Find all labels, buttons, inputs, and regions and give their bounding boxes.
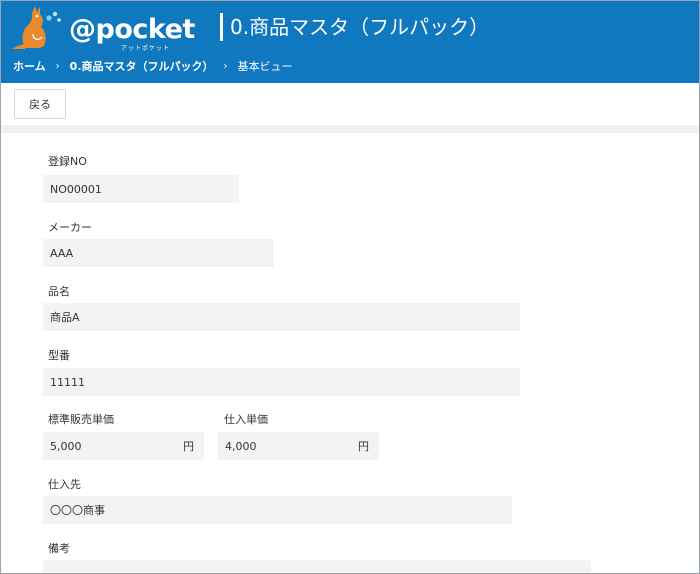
logo-subtext: アットポケット bbox=[121, 45, 171, 52]
breadcrumb-product-master[interactable]: 0.商品マスタ（フルパック） bbox=[70, 58, 214, 74]
kangaroo-logo-icon bbox=[12, 6, 61, 49]
standard-price-label: 標準販売単価 bbox=[48, 413, 114, 426]
remarks-field[interactable] bbox=[43, 560, 591, 573]
remarks-label: 備考 bbox=[48, 542, 70, 555]
product-name-label: 品名 bbox=[48, 285, 70, 298]
registration-no-value: NO00001 bbox=[50, 182, 102, 196]
purchase-price-field[interactable]: 4,000 円 bbox=[218, 432, 379, 460]
standard-price-value: 5,000 bbox=[50, 439, 82, 453]
standard-price-unit: 円 bbox=[183, 440, 194, 453]
chevron-right-icon: › bbox=[223, 60, 228, 72]
purchase-price-value: 4,000 bbox=[225, 439, 257, 453]
model-no-field[interactable]: 11111 bbox=[43, 368, 520, 396]
record-form: 登録NO NO00001 メーカー AAA 品名 商品A 型番 11111 標準… bbox=[7, 133, 699, 573]
supplier-field[interactable]: 〇〇〇商事 bbox=[43, 496, 512, 524]
page-title: 0.商品マスタ（フルパック） bbox=[230, 15, 490, 39]
registration-no-label: 登録NO bbox=[48, 155, 87, 168]
back-button[interactable]: 戻る bbox=[14, 89, 66, 119]
supplier-label: 仕入先 bbox=[48, 478, 81, 491]
breadcrumb-basic-view: 基本ビュー bbox=[237, 60, 293, 73]
section-divider bbox=[1, 125, 699, 133]
standard-price-field[interactable]: 5,000 円 bbox=[43, 432, 204, 460]
app-logo[interactable]: @pocket アットポケット bbox=[11, 4, 195, 52]
breadcrumb: ホーム › 0.商品マスタ（フルパック） › 基本ビュー bbox=[13, 58, 293, 74]
model-no-label: 型番 bbox=[48, 349, 70, 362]
maker-value: AAA bbox=[50, 246, 74, 260]
logo-wordmark: @pocket bbox=[69, 14, 195, 45]
maker-field[interactable]: AAA bbox=[43, 239, 274, 267]
maker-label: メーカー bbox=[48, 221, 92, 234]
chevron-right-icon: › bbox=[55, 60, 60, 72]
model-no-value: 11111 bbox=[50, 375, 85, 389]
product-name-value: 商品A bbox=[50, 311, 80, 324]
title-divider bbox=[220, 13, 223, 41]
registration-no-field[interactable]: NO00001 bbox=[43, 175, 239, 203]
supplier-value: 〇〇〇商事 bbox=[50, 504, 105, 517]
purchase-price-unit: 円 bbox=[358, 440, 369, 453]
app-header: @pocket アットポケット 0.商品マスタ（フルパック） ホーム › 0.商… bbox=[1, 1, 699, 83]
toolbar: 戻る bbox=[1, 83, 699, 125]
purchase-price-label: 仕入単価 bbox=[224, 413, 268, 426]
product-name-field[interactable]: 商品A bbox=[43, 303, 520, 331]
breadcrumb-home[interactable]: ホーム bbox=[13, 58, 46, 74]
app-window: @pocket アットポケット 0.商品マスタ（フルパック） ホーム › 0.商… bbox=[0, 0, 700, 574]
